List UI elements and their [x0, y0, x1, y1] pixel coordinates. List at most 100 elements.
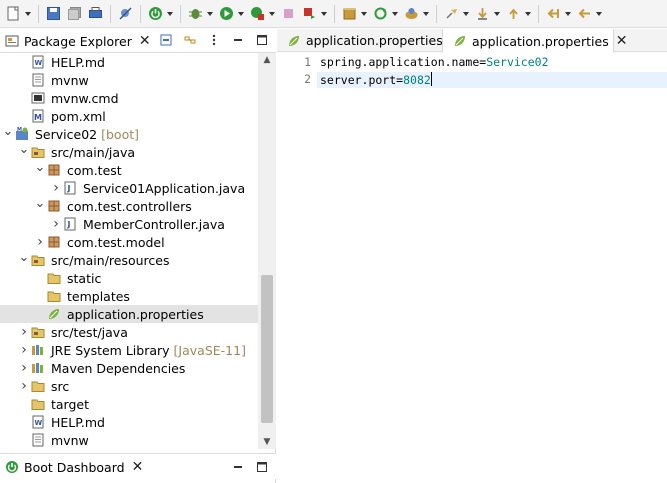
chevron-down-icon[interactable]: [237, 5, 244, 22]
chevron-down-icon[interactable]: ⌄: [2, 122, 14, 140]
chevron-down-icon[interactable]: [595, 5, 602, 22]
chevron-down-icon[interactable]: ⌄: [18, 140, 30, 158]
svg-text:W: W: [35, 419, 43, 427]
tree-item[interactable]: ⌄ src/main/resources: [0, 248, 258, 269]
chevron-right-icon[interactable]: ›: [50, 179, 62, 197]
stop-icon[interactable]: [280, 5, 297, 22]
chevron-right-icon[interactable]: ›: [50, 215, 62, 233]
tree-item[interactable]: mvnw: [0, 431, 258, 449]
tree-item[interactable]: W HELP.md: [0, 413, 258, 431]
editor-tab-label: application.properties: [306, 33, 443, 48]
chevron-down-icon[interactable]: [564, 5, 571, 22]
tree-item[interactable]: › com.test.model: [0, 233, 258, 251]
tree-item[interactable]: Mpom.xml: [0, 107, 258, 125]
chevron-down-icon[interactable]: [422, 5, 429, 22]
chevron-right-icon[interactable]: ›: [34, 233, 46, 251]
property-value: 8082: [403, 73, 431, 87]
tree-item-label: Service02: [35, 126, 98, 142]
chevron-down-icon[interactable]: [24, 5, 31, 22]
chevron-down-icon[interactable]: ⌄: [34, 158, 46, 176]
prev-annotation-icon[interactable]: [505, 5, 522, 22]
code-line-1[interactable]: spring.application.name=Service02: [320, 55, 549, 69]
print-icon[interactable]: [87, 5, 104, 22]
tree-item[interactable]: › src: [0, 377, 258, 395]
tree-item[interactable]: ⌄ M Service02 [boot]: [0, 122, 258, 143]
open-type-icon[interactable]: [403, 5, 420, 22]
back-icon[interactable]: [576, 5, 593, 22]
pin-icon[interactable]: [443, 5, 460, 22]
minimize-icon[interactable]: [230, 32, 246, 48]
link-with-editor-icon[interactable]: [182, 32, 198, 48]
new-icon[interactable]: [5, 5, 22, 22]
toolbar-separator: [140, 4, 141, 23]
chevron-down-icon[interactable]: ⌄: [18, 248, 30, 266]
chevron-down-icon[interactable]: ⌄: [34, 194, 46, 212]
tree-item[interactable]: mvnw.cmd: [0, 89, 258, 107]
refresh-icon[interactable]: [372, 5, 389, 22]
chevron-right-icon[interactable]: ›: [18, 359, 30, 377]
run-config-icon[interactable]: [301, 5, 318, 22]
maximize-icon[interactable]: [254, 32, 270, 48]
tree-item-label: mvnw: [51, 72, 89, 88]
chevron-down-icon[interactable]: [462, 5, 469, 22]
editor-tab-inactive[interactable]: application.properties: [277, 29, 443, 52]
tree-item[interactable]: application.properties: [0, 305, 258, 323]
chevron-down-icon[interactable]: [268, 5, 275, 22]
run-icon[interactable]: [218, 5, 235, 22]
view-menu-icon[interactable]: [206, 32, 222, 48]
minimize-icon[interactable]: [230, 459, 246, 475]
tree-item[interactable]: › JRE System Library [JavaSE-11]: [0, 341, 258, 359]
next-annotation-icon[interactable]: [474, 5, 491, 22]
package-explorer-title: Package Explorer: [24, 33, 132, 49]
scrollbar-thumb[interactable]: [261, 275, 273, 423]
chevron-right-icon[interactable]: ›: [18, 323, 30, 341]
left-panel: Package Explorer ✕ W HELP.md mvnw mvnw.cmd M…: [0, 29, 276, 483]
code-line-2[interactable]: server.port=8082: [317, 72, 667, 88]
close-icon[interactable]: ✕: [132, 459, 144, 475]
chevron-right-icon[interactable]: ›: [18, 377, 30, 395]
chevron-down-icon[interactable]: [493, 5, 500, 22]
close-icon[interactable]: ✕: [616, 33, 628, 49]
new-spring-starter-icon[interactable]: [341, 5, 358, 22]
collapse-all-icon[interactable]: [158, 32, 174, 48]
debug-icon[interactable]: [187, 5, 204, 22]
line-number: 1: [304, 55, 311, 69]
tree-item[interactable]: › J MemberController.java: [0, 215, 258, 233]
tree-item[interactable]: static: [0, 269, 258, 287]
run-stop-icon[interactable]: [249, 5, 266, 22]
tree-item[interactable]: › Maven Dependencies: [0, 359, 258, 377]
svg-text:J: J: [67, 184, 71, 193]
save-all-icon[interactable]: [66, 5, 83, 22]
tree-item[interactable]: W HELP.md: [0, 53, 258, 71]
chevron-down-icon[interactable]: [391, 5, 398, 22]
scroll-up-icon[interactable]: ▲: [262, 55, 272, 65]
chevron-down-icon[interactable]: [524, 5, 531, 22]
chevron-down-icon[interactable]: [360, 5, 367, 22]
tree-item[interactable]: target: [0, 395, 258, 413]
scroll-down-icon[interactable]: ▼: [262, 437, 272, 447]
chevron-down-icon[interactable]: [320, 5, 327, 22]
tree-item[interactable]: › src/test/java: [0, 323, 258, 341]
last-edit-icon[interactable]: [545, 5, 562, 22]
tree-item-label: HELP.md: [51, 414, 105, 430]
chevron-right-icon[interactable]: ›: [18, 341, 30, 359]
tab-boot-dashboard[interactable]: Boot Dashboard ✕: [0, 454, 143, 480]
tree-item[interactable]: ⌄ com.test: [0, 158, 258, 179]
chevron-down-icon[interactable]: [166, 5, 173, 22]
editor-tab-active[interactable]: application.properties ✕: [442, 29, 627, 53]
spring-boot-icon[interactable]: [147, 5, 164, 22]
save-icon[interactable]: [45, 5, 62, 22]
maximize-icon[interactable]: [254, 459, 270, 475]
tree-item[interactable]: mvnw: [0, 71, 258, 89]
chevron-down-icon[interactable]: [206, 5, 213, 22]
tree-item[interactable]: templates: [0, 287, 258, 305]
tab-package-explorer[interactable]: Package Explorer ✕: [0, 29, 151, 53]
folder-icon: [30, 396, 46, 412]
tree-scrollbar[interactable]: ▲ ▼: [258, 53, 276, 449]
close-icon[interactable]: ✕: [139, 33, 151, 49]
skip-breakpoints-icon[interactable]: [117, 5, 134, 22]
tree-item[interactable]: ⌄ com.test.controllers: [0, 194, 258, 215]
markdown-file-icon: W: [30, 414, 46, 430]
